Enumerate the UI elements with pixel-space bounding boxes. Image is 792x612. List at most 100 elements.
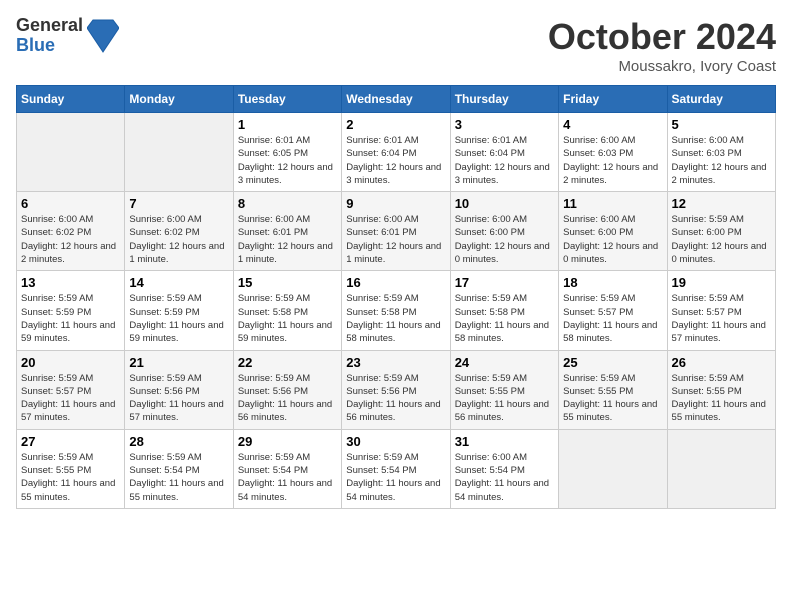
calendar-cell bbox=[17, 113, 125, 192]
day-number: 18 bbox=[563, 275, 662, 290]
header-day-wednesday: Wednesday bbox=[342, 86, 450, 113]
day-info: Sunrise: 5:59 AMSunset: 5:54 PMDaylight:… bbox=[129, 451, 228, 504]
day-number: 28 bbox=[129, 434, 228, 449]
day-info: Sunrise: 6:00 AMSunset: 6:02 PMDaylight:… bbox=[21, 213, 120, 266]
day-number: 4 bbox=[563, 117, 662, 132]
calendar-cell bbox=[667, 429, 775, 508]
calendar-cell: 18 Sunrise: 5:59 AMSunset: 5:57 PMDayligh… bbox=[559, 271, 667, 350]
day-number: 11 bbox=[563, 196, 662, 211]
day-info: Sunrise: 5:59 AMSunset: 5:54 PMDaylight:… bbox=[238, 451, 337, 504]
day-number: 31 bbox=[455, 434, 554, 449]
calendar-header: SundayMondayTuesdayWednesdayThursdayFrid… bbox=[17, 86, 776, 113]
day-number: 12 bbox=[672, 196, 771, 211]
calendar-cell: 25Sunrise: 5:59 AMSunset: 5:55 PMDayligh… bbox=[559, 350, 667, 429]
day-info: Sunrise: 5:59 AMSunset: 5:56 PMDaylight:… bbox=[238, 372, 337, 425]
day-info: Sunrise: 6:01 AMSunset: 6:04 PMDaylight:… bbox=[455, 134, 554, 187]
header-day-friday: Friday bbox=[559, 86, 667, 113]
calendar-week-5: 27Sunrise: 5:59 AMSunset: 5:55 PMDayligh… bbox=[17, 429, 776, 508]
day-info: Sunrise: 6:00 AMSunset: 6:00 PMDaylight:… bbox=[563, 213, 662, 266]
day-number: 16 bbox=[346, 275, 445, 290]
calendar-cell: 4 Sunrise: 6:00 AMSunset: 6:03 PMDaylight… bbox=[559, 113, 667, 192]
day-info: Sunrise: 5:59 AMSunset: 5:58 PMDaylight:… bbox=[238, 292, 337, 345]
calendar-cell: 14 Sunrise: 5:59 AMSunset: 5:59 PMDayligh… bbox=[125, 271, 233, 350]
day-number: 6 bbox=[21, 196, 120, 211]
calendar-cell: 27Sunrise: 5:59 AMSunset: 5:55 PMDayligh… bbox=[17, 429, 125, 508]
day-number: 20 bbox=[21, 355, 120, 370]
day-info: Sunrise: 6:01 AMSunset: 6:04 PMDaylight:… bbox=[346, 134, 445, 187]
day-number: 5 bbox=[672, 117, 771, 132]
calendar-cell: 6 Sunrise: 6:00 AMSunset: 6:02 PMDaylight… bbox=[17, 192, 125, 271]
day-number: 14 bbox=[129, 275, 228, 290]
calendar-cell: 5 Sunrise: 6:00 AMSunset: 6:03 PMDaylight… bbox=[667, 113, 775, 192]
day-info: Sunrise: 6:00 AMSunset: 6:03 PMDaylight:… bbox=[672, 134, 771, 187]
day-number: 23 bbox=[346, 355, 445, 370]
location-subtitle: Moussakro, Ivory Coast bbox=[548, 58, 776, 75]
day-info: Sunrise: 6:00 AMSunset: 6:01 PMDaylight:… bbox=[346, 213, 445, 266]
calendar-week-4: 20Sunrise: 5:59 AMSunset: 5:57 PMDayligh… bbox=[17, 350, 776, 429]
day-info: Sunrise: 5:59 AMSunset: 5:56 PMDaylight:… bbox=[129, 372, 228, 425]
day-number: 27 bbox=[21, 434, 120, 449]
day-info: Sunrise: 5:59 AMSunset: 6:00 PMDaylight:… bbox=[672, 213, 771, 266]
day-number: 1 bbox=[238, 117, 337, 132]
calendar-week-1: 1Sunrise: 6:01 AMSunset: 6:05 PMDaylight… bbox=[17, 113, 776, 192]
calendar-cell: 20Sunrise: 5:59 AMSunset: 5:57 PMDayligh… bbox=[17, 350, 125, 429]
header-day-thursday: Thursday bbox=[450, 86, 558, 113]
day-info: Sunrise: 6:00 AMSunset: 6:02 PMDaylight:… bbox=[129, 213, 228, 266]
calendar-cell: 12 Sunrise: 5:59 AMSunset: 6:00 PMDayligh… bbox=[667, 192, 775, 271]
calendar-cell: 13 Sunrise: 5:59 AMSunset: 5:59 PMDayligh… bbox=[17, 271, 125, 350]
calendar-week-2: 6 Sunrise: 6:00 AMSunset: 6:02 PMDaylight… bbox=[17, 192, 776, 271]
calendar-cell: 9 Sunrise: 6:00 AMSunset: 6:01 PMDaylight… bbox=[342, 192, 450, 271]
day-number: 17 bbox=[455, 275, 554, 290]
calendar-cell: 2 Sunrise: 6:01 AMSunset: 6:04 PMDaylight… bbox=[342, 113, 450, 192]
day-info: Sunrise: 6:00 AMSunset: 6:03 PMDaylight:… bbox=[563, 134, 662, 187]
calendar-cell: 8 Sunrise: 6:00 AMSunset: 6:01 PMDaylight… bbox=[233, 192, 341, 271]
title-block: October 2024 Moussakro, Ivory Coast bbox=[548, 16, 776, 75]
day-info: Sunrise: 5:59 AMSunset: 5:57 PMDaylight:… bbox=[672, 292, 771, 345]
calendar-cell: 19 Sunrise: 5:59 AMSunset: 5:57 PMDayligh… bbox=[667, 271, 775, 350]
logo-icon bbox=[87, 18, 119, 54]
month-title: October 2024 bbox=[548, 16, 776, 58]
calendar-cell: 16 Sunrise: 5:59 AMSunset: 5:58 PMDayligh… bbox=[342, 271, 450, 350]
day-number: 30 bbox=[346, 434, 445, 449]
day-number: 7 bbox=[129, 196, 228, 211]
day-number: 26 bbox=[672, 355, 771, 370]
day-info: Sunrise: 5:59 AMSunset: 5:59 PMDaylight:… bbox=[129, 292, 228, 345]
day-number: 13 bbox=[21, 275, 120, 290]
day-number: 15 bbox=[238, 275, 337, 290]
calendar-body: 1Sunrise: 6:01 AMSunset: 6:05 PMDaylight… bbox=[17, 113, 776, 509]
calendar-cell: 15 Sunrise: 5:59 AMSunset: 5:58 PMDayligh… bbox=[233, 271, 341, 350]
day-info: Sunrise: 5:59 AMSunset: 5:55 PMDaylight:… bbox=[455, 372, 554, 425]
day-number: 25 bbox=[563, 355, 662, 370]
day-info: Sunrise: 5:59 AMSunset: 5:58 PMDaylight:… bbox=[346, 292, 445, 345]
day-number: 2 bbox=[346, 117, 445, 132]
day-number: 19 bbox=[672, 275, 771, 290]
day-info: Sunrise: 5:59 AMSunset: 5:58 PMDaylight:… bbox=[455, 292, 554, 345]
calendar-cell: 3Sunrise: 6:01 AMSunset: 6:04 PMDaylight… bbox=[450, 113, 558, 192]
day-info: Sunrise: 5:59 AMSunset: 5:59 PMDaylight:… bbox=[21, 292, 120, 345]
calendar-cell: 11 Sunrise: 6:00 AMSunset: 6:00 PMDayligh… bbox=[559, 192, 667, 271]
calendar-cell: 7 Sunrise: 6:00 AMSunset: 6:02 PMDaylight… bbox=[125, 192, 233, 271]
day-info: Sunrise: 6:00 AMSunset: 6:01 PMDaylight:… bbox=[238, 213, 337, 266]
logo-general: General bbox=[16, 15, 83, 35]
day-info: Sunrise: 5:59 AMSunset: 5:54 PMDaylight:… bbox=[346, 451, 445, 504]
calendar-cell: 26Sunrise: 5:59 AMSunset: 5:55 PMDayligh… bbox=[667, 350, 775, 429]
day-info: Sunrise: 5:59 AMSunset: 5:57 PMDaylight:… bbox=[563, 292, 662, 345]
day-number: 22 bbox=[238, 355, 337, 370]
header-day-saturday: Saturday bbox=[667, 86, 775, 113]
header-day-monday: Monday bbox=[125, 86, 233, 113]
logo-blue: Blue bbox=[16, 35, 55, 55]
day-number: 10 bbox=[455, 196, 554, 211]
day-number: 21 bbox=[129, 355, 228, 370]
calendar-cell: 22 Sunrise: 5:59 AMSunset: 5:56 PMDayligh… bbox=[233, 350, 341, 429]
day-number: 24 bbox=[455, 355, 554, 370]
calendar-cell: 17 Sunrise: 5:59 AMSunset: 5:58 PMDayligh… bbox=[450, 271, 558, 350]
day-number: 9 bbox=[346, 196, 445, 211]
calendar-cell: 29Sunrise: 5:59 AMSunset: 5:54 PMDayligh… bbox=[233, 429, 341, 508]
day-info: Sunrise: 5:59 AMSunset: 5:56 PMDaylight:… bbox=[346, 372, 445, 425]
calendar-cell: 28 Sunrise: 5:59 AMSunset: 5:54 PMDayligh… bbox=[125, 429, 233, 508]
calendar-cell: 31Sunrise: 6:00 AMSunset: 5:54 PMDayligh… bbox=[450, 429, 558, 508]
calendar-cell: 24 Sunrise: 5:59 AMSunset: 5:55 PMDayligh… bbox=[450, 350, 558, 429]
calendar-week-3: 13 Sunrise: 5:59 AMSunset: 5:59 PMDayligh… bbox=[17, 271, 776, 350]
day-number: 8 bbox=[238, 196, 337, 211]
header-row: SundayMondayTuesdayWednesdayThursdayFrid… bbox=[17, 86, 776, 113]
